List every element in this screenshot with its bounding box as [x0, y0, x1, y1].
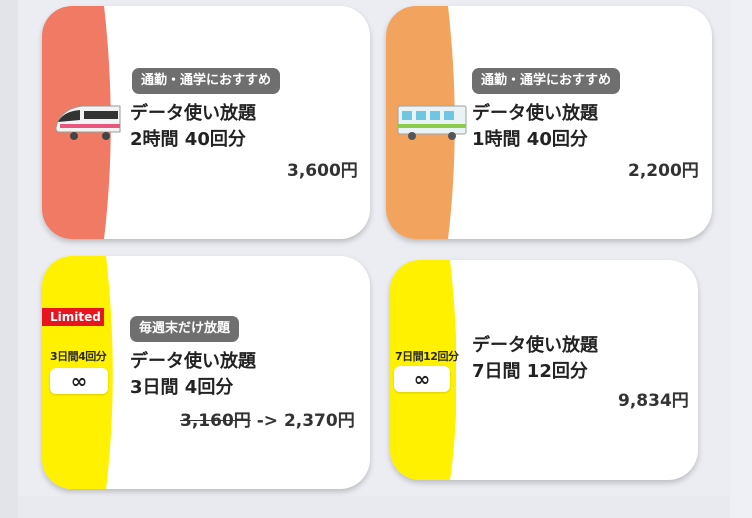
badge-label: 3日間4回分 — [50, 350, 107, 363]
plan-card-1h-40[interactable]: 通勤・通学におすすめ データ使い放題 1時間 40回分 2,200円 — [386, 6, 712, 239]
plan-spec: 3日間 4回分 — [130, 377, 234, 398]
plan-price: 3,600円 — [287, 161, 358, 181]
plan-price: 9,834円 — [618, 391, 689, 411]
badge-label: 7日間12回分 — [395, 350, 459, 363]
plan-title: データ使い放題 — [472, 335, 598, 356]
plan-card-2h-40[interactable]: 通勤・通学におすすめ データ使い放題 2時間 40回分 3,600円 — [42, 6, 370, 239]
bottom-band — [18, 496, 730, 518]
right-edge — [730, 0, 752, 518]
plan-spec: 2時間 40回分 — [130, 129, 246, 150]
plan-spec: 7日間 12回分 — [472, 361, 588, 382]
price-arrow: -> — [256, 411, 279, 431]
plan-price: 2,370円 — [283, 411, 355, 431]
left-edge — [0, 0, 18, 518]
limited-ribbon: Limited — [42, 308, 104, 326]
plan-title: データ使い放題 — [472, 103, 598, 124]
commuter-train-icon — [396, 102, 468, 146]
infinity-badge: ∞ — [50, 368, 108, 394]
plan-card-7d-12[interactable]: 7日間12回分 ∞ データ使い放題 7日間 12回分 9,834円 — [390, 260, 698, 480]
plan-tag: 通勤・通学におすすめ — [472, 68, 621, 94]
plan-spec: 1時間 40回分 — [472, 129, 588, 150]
plan-title: データ使い放題 — [130, 103, 256, 124]
train-icon — [52, 100, 122, 146]
plan-price: 2,200円 — [628, 161, 699, 181]
plan-tag: 通勤・通学におすすめ — [132, 68, 281, 94]
plan-tag: 毎週末だけ放題 — [130, 316, 240, 342]
plan-title: データ使い放題 — [130, 351, 256, 372]
old-price: 3,160円 — [180, 411, 251, 431]
infinity-badge: ∞ — [394, 366, 450, 392]
plan-card-3d-4[interactable]: Limited 3日間4回分 ∞ 毎週末だけ放題 データ使い放題 3日間 4回分… — [42, 256, 370, 489]
plan-price-line: 3,160円 -> 2,370円 — [180, 406, 355, 431]
